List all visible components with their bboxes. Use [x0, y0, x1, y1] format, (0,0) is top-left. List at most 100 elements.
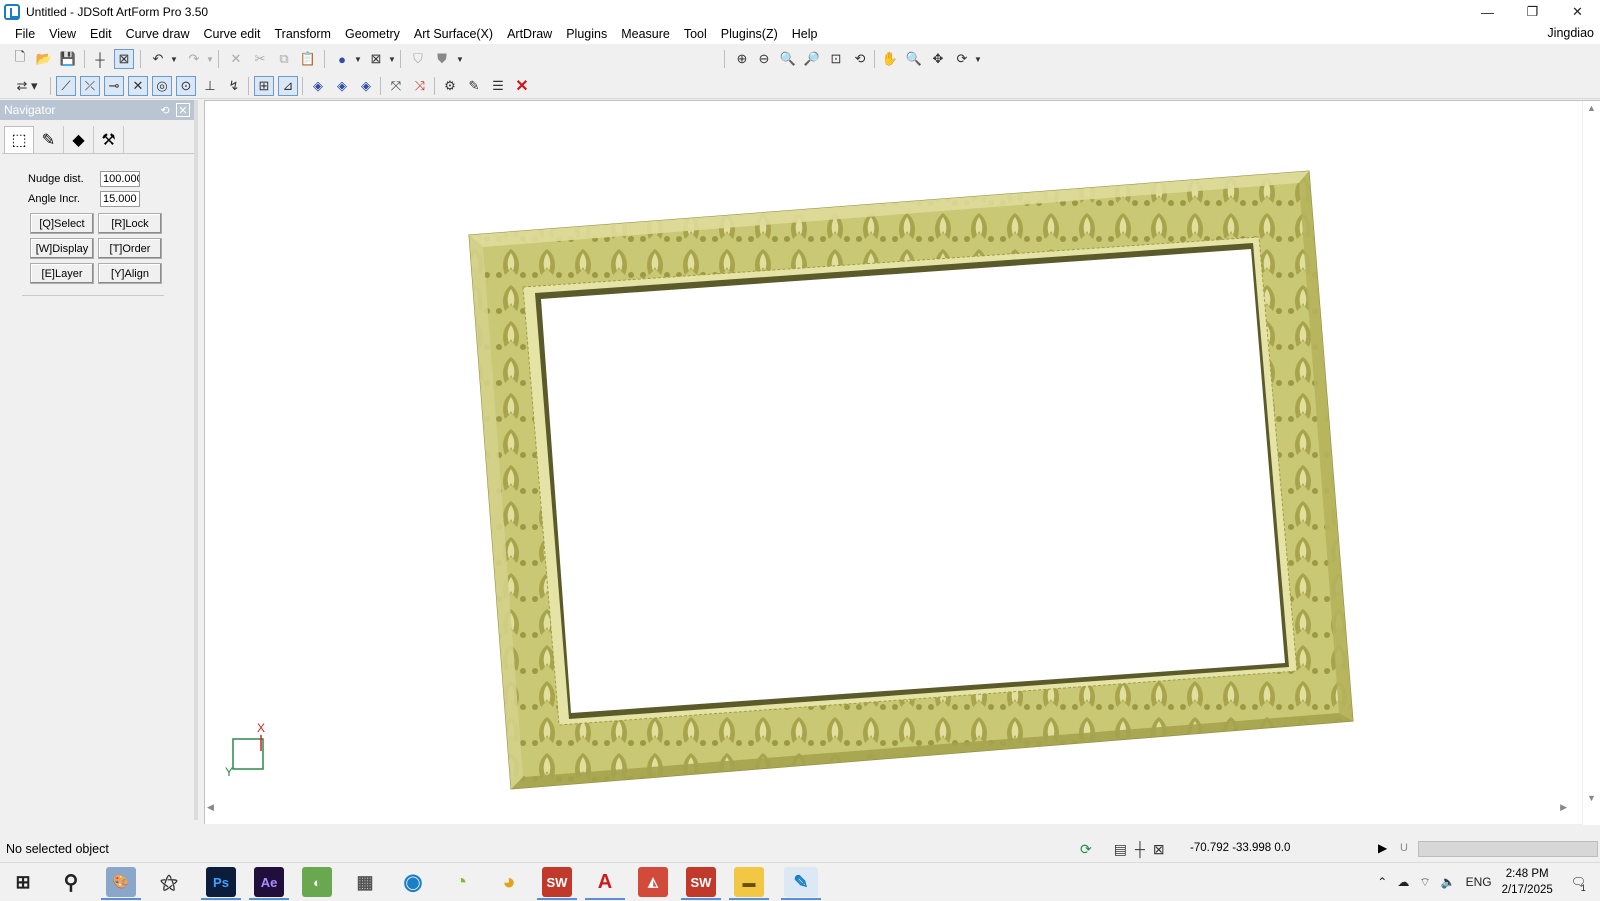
- save-icon[interactable]: 💾: [58, 49, 78, 69]
- chevron-up-icon[interactable]: ⌃: [1377, 875, 1387, 889]
- zoom-out-icon[interactable]: ⊖: [754, 49, 774, 69]
- grid-icon[interactable]: ⊞: [254, 76, 274, 96]
- menu-curve-draw[interactable]: Curve draw: [119, 27, 197, 41]
- zoom-window-icon[interactable]: ⊕: [732, 49, 752, 69]
- aftereffects-app-icon[interactable]: Ae: [254, 867, 284, 897]
- line-icon[interactable]: ⟋: [56, 76, 76, 96]
- surface-b-icon[interactable]: ◈: [332, 76, 352, 96]
- menu-plugins-z[interactable]: Plugins(Z): [714, 27, 785, 41]
- node-delete-icon[interactable]: ⤨: [410, 76, 430, 96]
- clock[interactable]: 2:48 PM 2/17/2025: [1502, 866, 1553, 898]
- surface-a-icon[interactable]: ◈: [308, 76, 328, 96]
- snap-toggle-icon[interactable]: ⊠: [1153, 841, 1165, 858]
- tool-tab-icon[interactable]: ⚒: [94, 126, 124, 154]
- close-icon[interactable]: ✕: [176, 103, 190, 117]
- network-cloud-icon[interactable]: ☁: [1397, 875, 1409, 889]
- solidworks2-app-icon[interactable]: SW: [686, 867, 716, 897]
- redo-icon[interactable]: ↷: [184, 49, 204, 69]
- layer-button[interactable]: [E]Layer: [30, 263, 94, 284]
- carved-frame[interactable]: [205, 101, 1581, 801]
- menu-view[interactable]: View: [42, 27, 83, 41]
- object-tab-icon[interactable]: ⬚: [4, 126, 34, 154]
- copy-icon[interactable]: ⧉: [274, 49, 294, 69]
- notification-icon[interactable]: 🗨 1: [1571, 875, 1586, 893]
- close-button[interactable]: ✕: [1555, 0, 1600, 24]
- display-button[interactable]: [W]Display: [30, 238, 94, 259]
- draw-tab-icon[interactable]: ✎: [34, 126, 64, 154]
- autocad-app-icon[interactable]: A: [590, 867, 620, 897]
- measure-icon[interactable]: ⊿: [278, 76, 298, 96]
- menu-edit[interactable]: Edit: [83, 27, 119, 41]
- language-indicator[interactable]: ENG: [1466, 875, 1492, 889]
- zoom-realtime-icon[interactable]: 🔎: [802, 49, 822, 69]
- solidworks-app-icon[interactable]: SW: [542, 867, 572, 897]
- crosshair-icon[interactable]: ┼: [1135, 841, 1145, 858]
- fillet-icon[interactable]: ↯: [224, 76, 244, 96]
- menu-help[interactable]: Help: [785, 27, 825, 41]
- chrome-app-icon[interactable]: ◕: [494, 867, 524, 897]
- curve-tool-icon[interactable]: ✎: [464, 76, 484, 96]
- sketchup-app-icon[interactable]: ◭: [638, 867, 668, 897]
- render-sphere-icon[interactable]: ●: [332, 49, 352, 69]
- photoshop-app-icon[interactable]: Ps: [206, 867, 236, 897]
- align-button[interactable]: [Y]Align: [98, 263, 162, 284]
- angle-input[interactable]: [100, 191, 140, 207]
- open-icon[interactable]: 📂: [34, 49, 54, 69]
- artform-app-icon[interactable]: ✎: [784, 867, 818, 897]
- refresh-icon[interactable]: ⟳: [1080, 841, 1092, 858]
- layer-tab-icon[interactable]: ◆: [64, 126, 94, 154]
- paint-app-icon[interactable]: 🎨: [106, 867, 136, 897]
- green-app-icon[interactable]: ◐: [302, 867, 332, 897]
- new-icon[interactable]: 🗋: [10, 49, 30, 69]
- close-red-icon[interactable]: ✕: [512, 76, 532, 96]
- 3d-viewport[interactable]: X Y ▲ ▼ ◀ ▶: [204, 100, 1600, 825]
- circle-icon[interactable]: ◎: [152, 76, 172, 96]
- menu-geometry[interactable]: Geometry: [338, 27, 407, 41]
- surface-c-icon[interactable]: ◈: [356, 76, 376, 96]
- pan-icon[interactable]: ✋: [880, 49, 900, 69]
- move-view-icon[interactable]: ✥: [928, 49, 948, 69]
- zoom-dynamic-icon[interactable]: 🔍: [904, 49, 924, 69]
- wifi-icon[interactable]: ⌔: [1419, 875, 1430, 890]
- menu-measure[interactable]: Measure: [614, 27, 677, 41]
- shade-icon[interactable]: ⛉: [408, 49, 428, 69]
- extend-icon[interactable]: ⊸: [104, 76, 124, 96]
- menu-artdraw[interactable]: ArtDraw: [500, 27, 559, 41]
- node-edit-icon[interactable]: ⤧: [386, 76, 406, 96]
- layer-status-icon[interactable]: ▤: [1114, 841, 1127, 858]
- restore-button[interactable]: ❐: [1510, 0, 1555, 24]
- minimize-button[interactable]: —: [1465, 0, 1510, 24]
- select-button[interactable]: [Q]Select: [30, 213, 94, 234]
- menu-curve-edit[interactable]: Curve edit: [197, 27, 268, 41]
- ellipse-icon[interactable]: ⊙: [176, 76, 196, 96]
- lock-button[interactable]: [R]Lock: [98, 213, 162, 234]
- edge-app-icon[interactable]: ◉: [398, 867, 428, 897]
- delete-icon[interactable]: ✕: [226, 49, 246, 69]
- snap-point-icon[interactable]: ┼: [90, 49, 110, 69]
- vertical-scrollbar[interactable]: ▲ ▼: [1582, 101, 1600, 825]
- zoom-extents-icon[interactable]: ⊡: [826, 49, 846, 69]
- wrap-icon[interactable]: ⚙: [440, 76, 460, 96]
- zoom-previous-icon[interactable]: ⟲: [850, 49, 870, 69]
- start-icon[interactable]: ⊞: [8, 867, 38, 897]
- undo-icon[interactable]: ↶: [148, 49, 168, 69]
- cut-icon[interactable]: ✂: [250, 49, 270, 69]
- menu-transform[interactable]: Transform: [267, 27, 338, 41]
- dimension-icon[interactable]: ⊥: [200, 76, 220, 96]
- horizontal-scrollbar[interactable]: ◀ ▶: [205, 800, 1581, 816]
- calculator-app-icon[interactable]: ▦: [350, 867, 380, 897]
- intersect-icon[interactable]: ✕: [128, 76, 148, 96]
- view-box-icon[interactable]: ⊠: [366, 49, 386, 69]
- zbrush-app-icon[interactable]: ⚝: [154, 867, 184, 897]
- menu-art-surface[interactable]: Art Surface(X): [407, 27, 500, 41]
- select-mode-icon[interactable]: ⇄ ▾: [12, 76, 42, 96]
- snap-grid-icon[interactable]: ⊠: [114, 49, 134, 69]
- search-icon[interactable]: ⚲: [56, 867, 86, 897]
- menu-file[interactable]: File: [8, 27, 42, 41]
- green-c-app-icon[interactable]: ◔: [446, 867, 476, 897]
- zoom-in-icon[interactable]: 🔍: [778, 49, 798, 69]
- nudge-input[interactable]: [100, 171, 140, 187]
- menu-plugins[interactable]: Plugins: [559, 27, 614, 41]
- trim-icon[interactable]: ⤫: [80, 76, 100, 96]
- order-button[interactable]: [T]Order: [98, 238, 162, 259]
